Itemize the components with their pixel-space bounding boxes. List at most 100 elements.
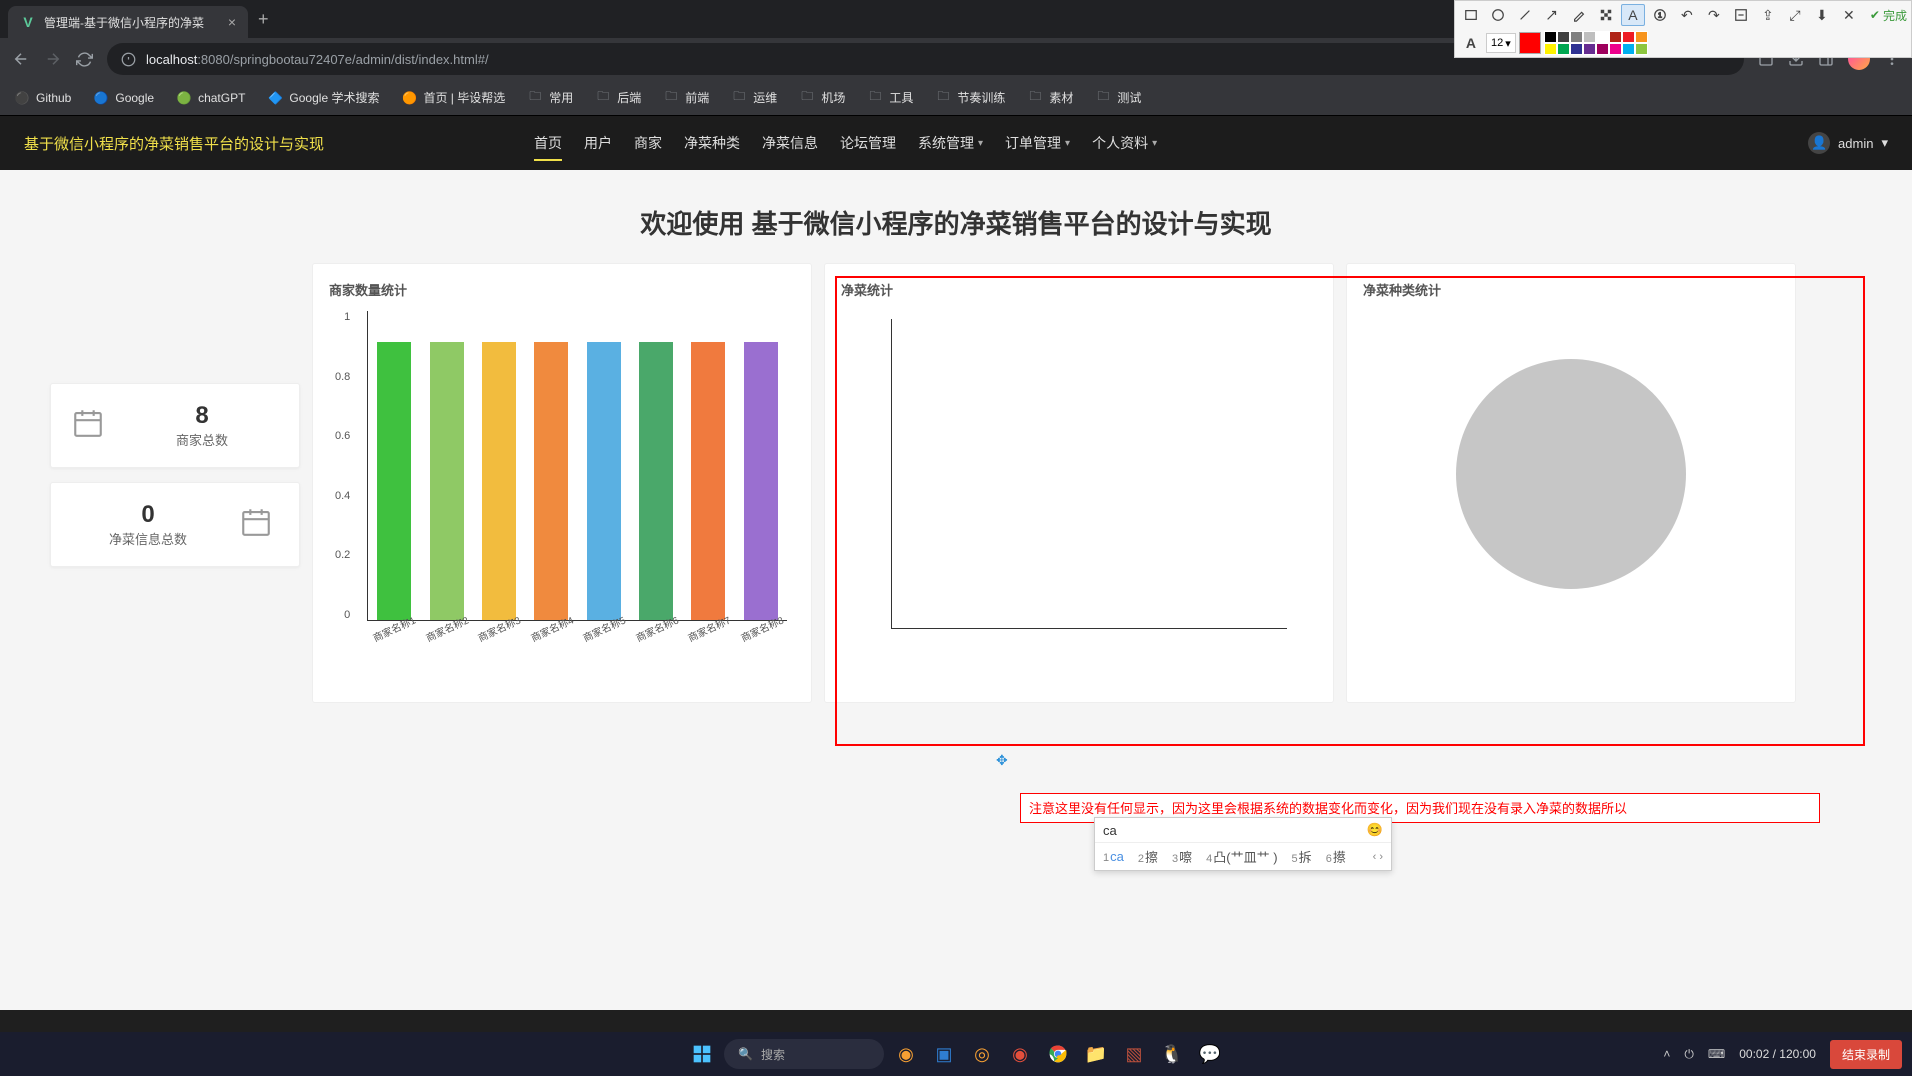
color-swatch[interactable]: [1622, 43, 1635, 55]
bookmark-item[interactable]: 🟢chatGPT: [176, 90, 245, 106]
forward-button[interactable]: [44, 50, 62, 68]
ime-candidate-window[interactable]: ca 😊 1ca 2擦 3嚓 4凸(艹皿艹 ) 5拆 6攃 ‹›: [1094, 817, 1392, 871]
tray-wifi-icon[interactable]: ⏻: [1684, 1047, 1694, 1062]
ocr-tool[interactable]: [1729, 4, 1753, 26]
ime-input-text: ca: [1103, 823, 1117, 838]
ime-candidate[interactable]: 2擦: [1138, 847, 1158, 866]
color-swatch[interactable]: [1570, 31, 1583, 43]
nav-item-6[interactable]: 系统管理▾: [908, 121, 993, 165]
task-app-5[interactable]: ▧: [1118, 1038, 1150, 1070]
ime-candidate[interactable]: 5拆: [1292, 847, 1312, 866]
nav-item-8[interactable]: 个人资料▾: [1082, 121, 1167, 165]
nav-item-2[interactable]: 商家: [624, 121, 672, 165]
chart-title: 商家数量统计: [329, 280, 795, 299]
bookmark-label: Github: [36, 91, 71, 105]
bookmark-item[interactable]: 🗀节奏训练: [935, 89, 1005, 106]
ime-candidate[interactable]: 1ca: [1103, 849, 1124, 864]
color-swatch[interactable]: [1622, 31, 1635, 43]
emoji-icon[interactable]: 😊: [1367, 822, 1383, 838]
app-title: 基于微信小程序的净菜销售平台的设计与实现: [24, 133, 324, 154]
color-swatch[interactable]: [1635, 31, 1648, 43]
nav-item-0[interactable]: 首页: [524, 121, 572, 165]
nav-item-7[interactable]: 订单管理▾: [995, 121, 1080, 165]
color-swatch[interactable]: [1596, 43, 1609, 55]
color-swatch[interactable]: [1609, 43, 1622, 55]
redo-tool[interactable]: ↷: [1702, 4, 1726, 26]
nav-item-1[interactable]: 用户: [574, 121, 622, 165]
task-app-3[interactable]: ◎: [966, 1038, 998, 1070]
ime-candidate[interactable]: 4凸(艹皿艹 ): [1206, 847, 1277, 866]
reload-button[interactable]: [76, 51, 93, 68]
color-swatch[interactable]: [1596, 31, 1609, 43]
new-tab-button[interactable]: +: [258, 9, 269, 30]
back-button[interactable]: [12, 50, 30, 68]
bookmark-item[interactable]: ⚫Github: [14, 90, 71, 106]
line-tool[interactable]: [1513, 4, 1537, 26]
tray-sound-icon[interactable]: ⌨: [1708, 1047, 1725, 1061]
save-tool[interactable]: ⬇: [1810, 4, 1834, 26]
pen-tool[interactable]: [1567, 4, 1591, 26]
color-swatch[interactable]: [1557, 31, 1570, 43]
bookmark-item[interactable]: 🗀常用: [527, 89, 573, 106]
bookmark-item[interactable]: 🗀运维: [731, 89, 777, 106]
stop-record-button[interactable]: 结束录制: [1830, 1040, 1902, 1069]
chrome-icon[interactable]: [1042, 1038, 1074, 1070]
bookmark-item[interactable]: 🗀前端: [663, 89, 709, 106]
nav-label: 订单管理: [1005, 133, 1061, 153]
cancel-tool[interactable]: ✕: [1837, 4, 1861, 26]
ime-nav[interactable]: ‹›: [1373, 851, 1383, 863]
color-swatch[interactable]: [1609, 31, 1622, 43]
arrow-tool[interactable]: [1540, 4, 1564, 26]
nav-item-5[interactable]: 论坛管理: [830, 121, 906, 165]
nav-item-3[interactable]: 净菜种类: [674, 121, 750, 165]
user-menu[interactable]: 👤 admin ▾: [1808, 132, 1888, 154]
color-swatch[interactable]: [1583, 43, 1596, 55]
explorer-icon[interactable]: 📁: [1080, 1038, 1112, 1070]
font-size-selector[interactable]: 12 ▾: [1486, 33, 1516, 53]
rect-tool[interactable]: [1459, 4, 1483, 26]
circle-tool[interactable]: [1486, 4, 1510, 26]
bookmark-item[interactable]: 🗀工具: [867, 89, 913, 106]
color-swatch[interactable]: [1570, 43, 1583, 55]
bookmark-item[interactable]: 🗀测试: [1095, 89, 1141, 106]
active-color-swatch[interactable]: [1519, 32, 1541, 54]
bookmark-item[interactable]: 🗀素材: [1027, 89, 1073, 106]
recording-timer: 00:02 / 120:00: [1739, 1047, 1816, 1061]
share-tool[interactable]: ⇪: [1756, 4, 1780, 26]
y-tick: 0.2: [335, 549, 350, 561]
color-swatch[interactable]: [1544, 31, 1557, 43]
text-tool[interactable]: A: [1621, 4, 1645, 26]
start-button[interactable]: [686, 1038, 718, 1070]
ime-candidate[interactable]: 6攃: [1326, 847, 1346, 866]
bookmark-icon: 🗀: [799, 90, 815, 106]
tray-chevron-icon[interactable]: ˄: [1663, 1047, 1670, 1061]
bookmark-item[interactable]: 🟠首页 | 毕设帮选: [401, 89, 505, 106]
nav-label: 个人资料: [1092, 133, 1148, 153]
task-app-2[interactable]: ▣: [928, 1038, 960, 1070]
color-swatch[interactable]: [1557, 43, 1570, 55]
close-icon[interactable]: ×: [228, 14, 236, 30]
color-swatch[interactable]: [1635, 43, 1648, 55]
mosaic-tool[interactable]: [1594, 4, 1618, 26]
browser-tab[interactable]: V 管理端-基于微信小程序的净菜 ×: [8, 6, 248, 38]
counter-tool[interactable]: 1: [1648, 4, 1672, 26]
color-swatch[interactable]: [1583, 31, 1596, 43]
undo-tool[interactable]: ↶: [1675, 4, 1699, 26]
site-info-icon[interactable]: [121, 52, 136, 67]
task-app-6[interactable]: 🐧: [1156, 1038, 1188, 1070]
nav-item-4[interactable]: 净菜信息: [752, 121, 828, 165]
bookmark-item[interactable]: 🔵Google: [93, 90, 154, 106]
task-app-1[interactable]: ◉: [890, 1038, 922, 1070]
done-button[interactable]: ✔完成: [1870, 7, 1907, 24]
bookmark-item[interactable]: 🗀机场: [799, 89, 845, 106]
chart-veg-category: 净菜种类统计: [1346, 263, 1796, 703]
bookmark-item[interactable]: 🗀后端: [595, 89, 641, 106]
bookmark-item[interactable]: 🔷Google 学术搜索: [267, 89, 379, 106]
ime-candidate[interactable]: 3嚓: [1172, 847, 1192, 866]
color-swatch[interactable]: [1544, 43, 1557, 55]
chart-veg-stats: 净菜统计: [824, 263, 1334, 703]
task-app-4[interactable]: ◉: [1004, 1038, 1036, 1070]
taskbar-search[interactable]: 🔍 搜索: [724, 1039, 884, 1069]
wechat-icon[interactable]: 💬: [1194, 1038, 1226, 1070]
pin-tool[interactable]: ⤢: [1783, 4, 1807, 26]
